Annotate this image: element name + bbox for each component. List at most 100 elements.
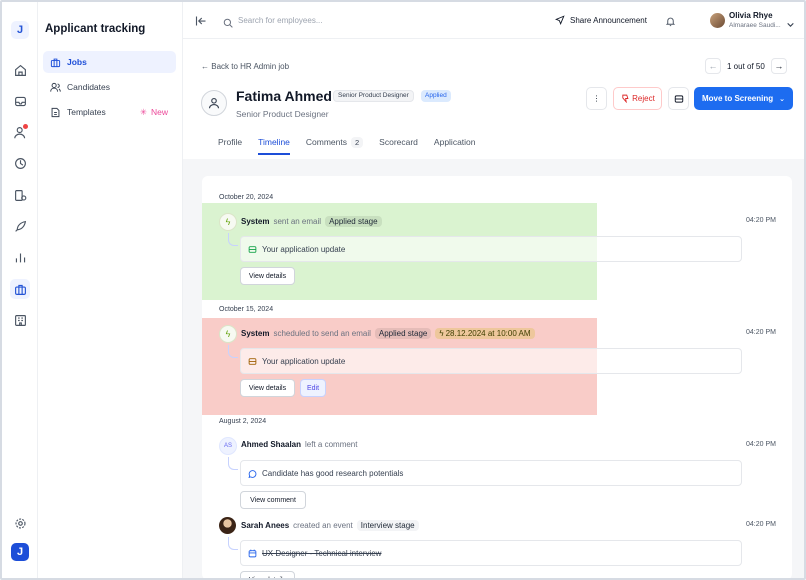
search-input[interactable]: Search for employees...: [238, 16, 322, 25]
event-time: 04:20 PM: [746, 217, 776, 224]
home-icon[interactable]: [10, 60, 30, 80]
reject-button[interactable]: Reject: [613, 87, 662, 110]
sidebar-item-jobs[interactable]: Jobs: [43, 51, 176, 73]
pager: ← 1 out of 50 →: [705, 58, 787, 74]
stage-tag: Interview stage: [356, 520, 419, 531]
email-detail[interactable]: Your application update: [240, 348, 742, 374]
send-icon: [555, 15, 565, 25]
event-time: 04:20 PM: [746, 521, 776, 528]
app-logo[interactable]: J: [11, 21, 29, 39]
more-vertical-icon: ⋮: [592, 94, 601, 103]
sidebar-item-label: Jobs: [67, 57, 87, 67]
back-link[interactable]: ← Back to HR Admin job: [201, 62, 289, 71]
candidate-name: Fatima Ahmed: [236, 88, 332, 104]
view-details-button[interactable]: View details: [240, 571, 295, 578]
view-comment-button[interactable]: View comment: [240, 491, 306, 509]
tab-comments[interactable]: Comments 2: [306, 137, 364, 155]
timeline-date: August 2, 2024: [219, 418, 267, 425]
bell-icon[interactable]: [665, 14, 676, 32]
timeline-event: System sent an email Applied stage: [241, 216, 382, 227]
role-tag: Senior Product Designer: [333, 90, 414, 102]
zap-icon: ϟ: [219, 325, 237, 343]
status-badge: Applied: [421, 90, 451, 102]
file-icon: [51, 107, 60, 117]
user-alert-icon[interactable]: [10, 122, 30, 142]
chevron-down-icon: ⌄: [779, 95, 785, 103]
pager-label: 1 out of 50: [727, 61, 765, 71]
app-window: J J Applicant tracking Jobs Candidates T…: [0, 0, 806, 580]
user-org: Almaraee Saudi...: [729, 22, 781, 29]
share-announcement-button[interactable]: Share Announcement: [555, 15, 647, 25]
search-icon: [223, 15, 233, 33]
actor-initials: AS: [219, 437, 237, 455]
comment-detail[interactable]: Candidate has good research potentials: [240, 460, 742, 486]
database-icon[interactable]: [10, 185, 30, 205]
tab-application[interactable]: Application: [434, 137, 476, 155]
arrow-left-icon: ←: [201, 62, 212, 71]
calendar-icon: [248, 549, 257, 557]
connector: [228, 457, 238, 470]
users-icon: [50, 82, 61, 92]
event-time: 04:20 PM: [746, 329, 776, 336]
collapse-sidebar-icon[interactable]: [195, 14, 207, 32]
building-icon[interactable]: [10, 310, 30, 330]
tab-scorecard[interactable]: Scorecard: [379, 137, 418, 155]
tab-bar: Profile Timeline Comments 2 Scorecard App…: [218, 137, 492, 155]
tab-profile[interactable]: Profile: [218, 137, 242, 155]
connector: [228, 233, 238, 246]
sidebar-item-label: Templates: [67, 107, 106, 117]
app-logo-bottom[interactable]: J: [11, 543, 29, 561]
message-icon: [248, 469, 257, 478]
user-icon: [208, 97, 220, 109]
candidate-avatar: [201, 90, 227, 116]
mail-icon: [248, 357, 257, 365]
next-button[interactable]: →: [770, 58, 787, 74]
email-button[interactable]: [668, 87, 689, 110]
timeline-event: Ahmed Shaalan left a comment: [241, 440, 358, 449]
chevron-down-icon[interactable]: [786, 16, 795, 34]
more-options-button[interactable]: ⋮: [586, 87, 607, 110]
actor-avatar: [219, 517, 236, 534]
sparkle-icon: ✳: [139, 106, 147, 117]
user-avatar[interactable]: [710, 13, 725, 28]
inbox-icon[interactable]: [10, 91, 30, 111]
tab-timeline[interactable]: Timeline: [258, 137, 290, 155]
previous-button[interactable]: ←: [705, 58, 721, 74]
rocket-icon[interactable]: [10, 216, 30, 236]
clock-icon[interactable]: [10, 153, 30, 173]
mail-icon: [248, 245, 257, 253]
notification-dot: [23, 124, 28, 129]
move-to-screening-button[interactable]: Move to Screening ⌄: [694, 87, 793, 110]
sidebar-item-templates[interactable]: Templates ✳ New: [43, 101, 176, 123]
stage-tag: Applied stage: [325, 216, 382, 227]
icon-rail: J J: [2, 2, 38, 578]
timeline-date: October 15, 2024: [219, 306, 274, 313]
email-detail[interactable]: Your application update: [240, 236, 742, 262]
candidate-role: Senior Product Designer: [236, 109, 329, 119]
sidebar-item-label: Candidates: [67, 82, 111, 92]
top-bar: Search for employees... Share Announceme…: [183, 2, 804, 39]
timeline-event: Sarah Anees created an event Interview sta…: [241, 520, 419, 531]
app-title: Applicant tracking: [45, 23, 146, 35]
briefcase-icon: [50, 58, 61, 67]
user-name[interactable]: Olivia Rhye: [729, 11, 773, 20]
bar-chart-icon[interactable]: [10, 247, 30, 267]
view-details-button[interactable]: View details: [240, 379, 295, 397]
zap-icon: ϟ: [219, 213, 237, 231]
connector: [228, 537, 238, 550]
sidebar: Applicant tracking Jobs Candidates Templ…: [38, 2, 183, 578]
new-badge: ✳ New: [139, 106, 168, 118]
view-details-button[interactable]: View details: [240, 267, 295, 285]
mail-icon: [674, 94, 683, 103]
zap-icon: ϟ: [439, 329, 444, 338]
timeline-date: October 20, 2024: [219, 194, 274, 201]
scheduled-badge: ϟ 28.12.2024 at 10:00 AM: [435, 328, 535, 339]
sidebar-item-candidates[interactable]: Candidates: [43, 76, 176, 98]
event-detail[interactable]: UX Designer - Technical interview: [240, 540, 742, 566]
thumbs-down-icon: [622, 94, 629, 103]
briefcase-icon[interactable]: [10, 279, 30, 299]
stage-tag: Applied stage: [374, 328, 432, 339]
settings-icon[interactable]: [10, 513, 30, 533]
event-time: 04:20 PM: [746, 441, 776, 448]
edit-button[interactable]: Edit: [300, 379, 326, 397]
